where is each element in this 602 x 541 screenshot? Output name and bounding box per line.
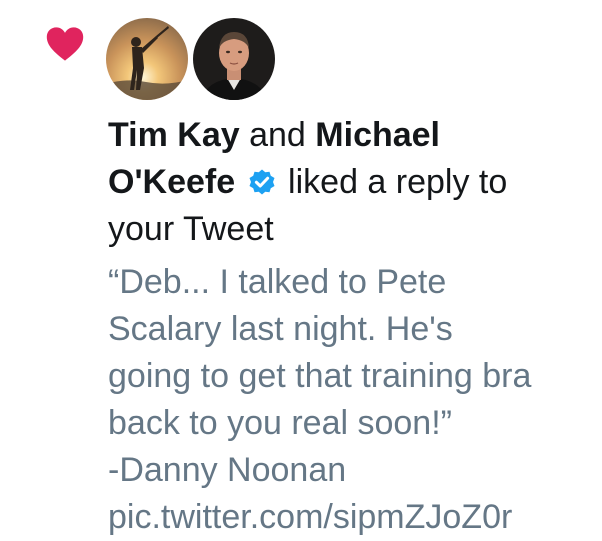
tweet-preview[interactable]: “Deb... I talked to Pete Scalary last ni…: [108, 259, 588, 541]
liker-name-tim-kay[interactable]: Tim Kay: [108, 116, 240, 154]
action-text-part1: liked a reply to: [288, 163, 508, 201]
tweet-line: back to you real soon!”: [108, 404, 452, 442]
liker-name-michael-part1[interactable]: Michael: [315, 116, 440, 154]
avatar-michael-okeefe[interactable]: [193, 18, 275, 100]
notification-line-2: O'Keefe liked a reply to: [108, 159, 588, 206]
tweet-line: -Danny Noonan: [108, 451, 347, 489]
verified-badge-icon: [249, 169, 275, 195]
avatar-golfer-image: [106, 18, 188, 100]
notification-text: Tim Kay and Michael O'Keefe liked a repl…: [108, 112, 588, 253]
avatar-tim-kay[interactable]: [106, 18, 188, 100]
connector-text: and: [249, 116, 306, 154]
notification-line-3: your Tweet: [108, 206, 588, 253]
tweet-line: “Deb... I talked to Pete: [108, 263, 447, 301]
avatar-portrait-image: [193, 18, 275, 100]
action-text-part2[interactable]: your Tweet: [108, 210, 274, 248]
tweet-link[interactable]: pic.twitter.com/sipmZJoZ0r: [108, 494, 588, 541]
tweet-line: Scalary last night. He's: [108, 310, 453, 348]
tweet-line: going to get that training bra: [108, 357, 532, 395]
like-notification[interactable]: Tim Kay and Michael O'Keefe liked a repl…: [0, 0, 602, 536]
liker-name-michael-part2[interactable]: O'Keefe: [108, 163, 235, 201]
heart-icon: [46, 27, 84, 61]
notification-line-1: Tim Kay and Michael: [108, 112, 588, 159]
